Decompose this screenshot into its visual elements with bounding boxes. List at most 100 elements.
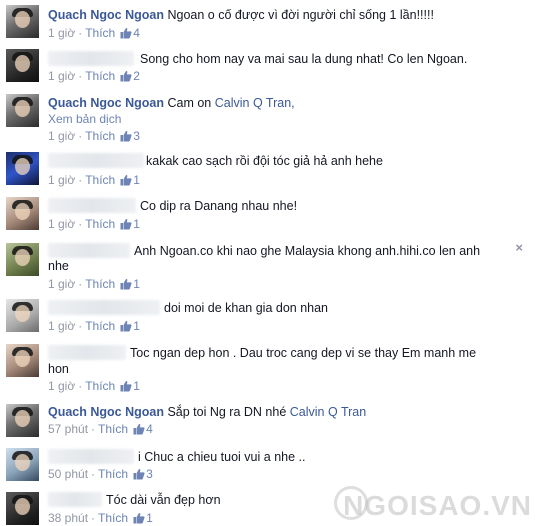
comment-meta: 38 phút · Thích 1 bbox=[48, 511, 153, 525]
thumbs-up-icon bbox=[120, 380, 132, 392]
comment-body: Song cho hom nay va mai sau la dung nhat… bbox=[140, 52, 467, 66]
comment-author[interactable]: Quach Ngoc Ngoan bbox=[48, 96, 164, 110]
like-count[interactable]: 1 bbox=[146, 511, 153, 525]
blurred-author-name bbox=[48, 153, 144, 168]
comment-text: Co dip ra Danang nhau nhe! bbox=[140, 199, 298, 213]
like-count[interactable]: 3 bbox=[146, 467, 153, 481]
avatar[interactable] bbox=[6, 448, 39, 481]
comment-text: i Chuc a chieu tuoi vui a nhe .. bbox=[138, 450, 306, 464]
comment-time[interactable]: 1 giờ bbox=[48, 277, 75, 291]
comment-meta: 1 giờ · Thích 1 bbox=[48, 319, 140, 333]
comment-time[interactable]: 1 giờ bbox=[48, 129, 75, 143]
like-count[interactable]: 1 bbox=[133, 173, 140, 187]
comment-time[interactable]: 1 giờ bbox=[48, 69, 75, 83]
avatar[interactable] bbox=[6, 299, 39, 332]
comment-time[interactable]: 1 giờ bbox=[48, 26, 75, 40]
like-link[interactable]: Thích bbox=[85, 173, 115, 187]
comment-text: Toc ngan dep hon . Dau troc cang dep vi … bbox=[130, 346, 477, 360]
comment-text: Tóc dài vẫn đẹp hơn bbox=[106, 493, 221, 507]
comment-body: doi moi de khan gia don nhan bbox=[164, 301, 328, 315]
comment-text: Song cho hom nay va mai sau la dung nhat… bbox=[140, 52, 468, 66]
comment-meta: 1 giờ · Thích 1 bbox=[48, 173, 140, 187]
blurred-author-name bbox=[48, 492, 102, 507]
avatar[interactable] bbox=[6, 197, 39, 230]
mention-link[interactable]: Calvin Q Tran, bbox=[215, 96, 295, 110]
like-link[interactable]: Thích bbox=[85, 277, 115, 291]
comment-time[interactable]: 1 giờ bbox=[48, 173, 75, 187]
like-link[interactable]: Thích bbox=[98, 511, 128, 525]
thumbs-up-icon bbox=[120, 130, 132, 142]
comment-time[interactable]: 38 phút bbox=[48, 511, 88, 525]
blurred-author-name bbox=[48, 51, 134, 66]
comment-body: Quach Ngoc Ngoan Ngoan o cố được vì đời … bbox=[48, 8, 434, 22]
comment-time[interactable]: 57 phút bbox=[48, 422, 88, 436]
like-link[interactable]: Thích bbox=[85, 217, 115, 231]
comment-time[interactable]: 1 giờ bbox=[48, 217, 75, 231]
avatar[interactable] bbox=[6, 5, 39, 38]
comment-text-continued: nhe bbox=[48, 259, 69, 273]
like-link[interactable]: Thích bbox=[85, 69, 115, 83]
like-count[interactable]: 1 bbox=[133, 217, 140, 231]
like-link[interactable]: Thích bbox=[85, 319, 115, 333]
avatar[interactable] bbox=[6, 94, 39, 127]
thumbs-up-icon bbox=[133, 468, 145, 480]
like-link[interactable]: Thích bbox=[98, 422, 128, 436]
like-link[interactable]: Thích bbox=[85, 26, 115, 40]
comment-meta: 50 phút · Thích 3 bbox=[48, 467, 153, 481]
comment-text: Cam on bbox=[167, 96, 212, 110]
avatar[interactable] bbox=[6, 243, 39, 276]
close-icon[interactable]: × bbox=[515, 240, 523, 255]
comment-body: kakak cao sạch rồi đội tóc giả hả anh he… bbox=[146, 154, 383, 168]
comment-text: kakak cao sạch rồi đội tóc giả hả anh he… bbox=[146, 154, 383, 168]
comment-meta: 1 giờ · Thích 1 bbox=[48, 277, 140, 291]
like-link[interactable]: Thích bbox=[85, 379, 115, 393]
like-link[interactable]: Thích bbox=[85, 129, 115, 143]
comment-text: doi moi de khan gia don nhan bbox=[164, 301, 329, 315]
like-link[interactable]: Thích bbox=[98, 467, 128, 481]
avatar[interactable] bbox=[6, 492, 39, 525]
thumbs-up-icon bbox=[120, 174, 132, 186]
like-count[interactable]: 3 bbox=[133, 129, 140, 143]
blurred-author-name bbox=[48, 198, 136, 213]
comment-meta: 57 phút · Thích 4 bbox=[48, 422, 153, 436]
avatar[interactable] bbox=[6, 344, 39, 377]
comment-time[interactable]: 1 giờ bbox=[48, 379, 75, 393]
thumbs-up-icon bbox=[120, 218, 132, 230]
like-count[interactable]: 1 bbox=[133, 319, 140, 333]
comment-time[interactable]: 50 phút bbox=[48, 467, 88, 481]
comment-text: Anh Ngoan.co khi nao ghe Malaysia khong … bbox=[134, 244, 481, 258]
like-count[interactable]: 1 bbox=[133, 379, 140, 393]
comment-meta: 1 giờ · Thích 4 bbox=[48, 26, 140, 40]
comment-body: Co dip ra Danang nhau nhe! bbox=[140, 199, 297, 213]
like-count[interactable]: 2 bbox=[133, 69, 140, 83]
comment-body: Quach Ngoc Ngoan Cam on Calvin Q Tran, bbox=[48, 96, 295, 110]
blurred-author-name bbox=[48, 449, 134, 464]
comment-body: Anh Ngoan.co khi nao ghe Malaysia khong … bbox=[134, 244, 480, 258]
comment-body: Tóc dài vẫn đẹp hơn bbox=[106, 493, 221, 507]
like-count[interactable]: 4 bbox=[133, 26, 140, 40]
avatar[interactable] bbox=[6, 404, 39, 437]
translate-link[interactable]: Xem bản dịch bbox=[48, 112, 121, 126]
blurred-author-name bbox=[48, 345, 126, 360]
like-count[interactable]: 1 bbox=[133, 277, 140, 291]
comment-meta: 1 giờ · Thích 2 bbox=[48, 69, 140, 83]
comment-author[interactable]: Quach Ngoc Ngoan bbox=[48, 405, 164, 419]
thumbs-up-icon bbox=[120, 320, 132, 332]
blurred-author-name bbox=[48, 300, 160, 315]
thumbs-up-icon bbox=[120, 27, 132, 39]
blurred-author-name bbox=[48, 243, 130, 258]
comment-body: Toc ngan dep hon . Dau troc cang dep vi … bbox=[130, 346, 476, 360]
comment-body: Quach Ngoc Ngoan Sắp toi Ng ra DN nhé Ca… bbox=[48, 405, 366, 419]
like-count[interactable]: 4 bbox=[146, 422, 153, 436]
comment-text: Sắp toi Ng ra DN nhé bbox=[167, 405, 287, 419]
comment-author[interactable]: Quach Ngoc Ngoan bbox=[48, 8, 164, 22]
thumbs-up-icon bbox=[120, 70, 132, 82]
thumbs-up-icon bbox=[133, 423, 145, 435]
comment-time[interactable]: 1 giờ bbox=[48, 319, 75, 333]
comment-meta: 1 giờ · Thích 1 bbox=[48, 379, 140, 393]
avatar[interactable] bbox=[6, 152, 39, 185]
mention-link[interactable]: Calvin Q Tran bbox=[290, 405, 366, 419]
thumbs-up-icon bbox=[120, 278, 132, 290]
avatar[interactable] bbox=[6, 49, 39, 82]
comment-body: i Chuc a chieu tuoi vui a nhe .. bbox=[138, 450, 305, 464]
